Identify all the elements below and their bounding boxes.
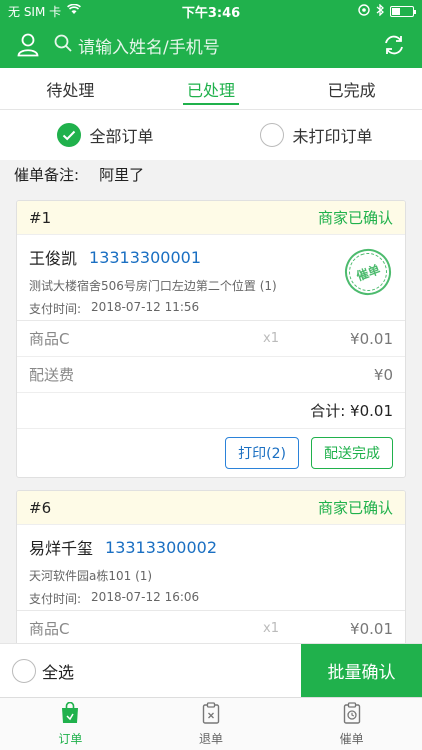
order-card: #6 商家已确认 易烊千玺 13313300002 天河软件园a栋101 (1)…	[16, 490, 406, 643]
select-all[interactable]: 全选	[0, 658, 301, 683]
clock-icon	[343, 701, 361, 727]
customer-phone[interactable]: 13313300002	[105, 538, 217, 557]
tabbar-reminders[interactable]: 催单	[281, 698, 422, 750]
tab-completed[interactable]: 已完成	[281, 68, 422, 109]
wifi-icon	[67, 3, 82, 18]
order-card: #1 商家已确认 王俊凯 13313300001 测试大楼宿舍506号房门口左边…	[16, 200, 406, 478]
check-icon[interactable]	[57, 123, 82, 147]
status-bar: 无 SIM 卡 下午3:46	[0, 0, 422, 22]
customer-name: 易烊千玺	[29, 539, 94, 558]
top-nav: 请输入姓名/手机号	[0, 22, 422, 68]
item-price: ¥0	[373, 365, 393, 384]
batch-action-bar: 全选 批量确认	[0, 643, 422, 698]
clipboard-icon	[202, 701, 220, 727]
order-total: 合计: ¥0.01	[17, 393, 405, 429]
pay-time: 支付时间: 2018-07-12 16:06	[29, 590, 393, 607]
order-list[interactable]: 催单备注: 阿里了 #1 商家已确认 王俊凯 13313300001 测试大楼宿…	[0, 160, 422, 643]
customer-info: 易烊千玺 13313300002 天河软件园a栋101 (1) 支付时间: 20…	[17, 525, 405, 611]
location-lock-icon	[358, 3, 370, 19]
search-placeholder: 请输入姓名/手机号	[78, 37, 220, 58]
search-input[interactable]: 请输入姓名/手机号	[54, 29, 368, 61]
pay-time-label: 支付时间:	[29, 592, 82, 606]
status-tabs: 待处理 已处理 已完成	[0, 68, 422, 110]
pay-time-value: 2018-07-12 11:56	[91, 300, 200, 314]
order-actions: 打印(2) 配送完成	[17, 429, 405, 477]
filter-unprinted-label: 未打印订单	[292, 127, 373, 146]
print-button[interactable]: 打印(2)	[225, 437, 299, 469]
pay-time-value: 2018-07-12 16:06	[91, 590, 200, 604]
order-status: 商家已确认	[317, 209, 393, 227]
item-row: 商品C x1 ¥0.01	[17, 611, 405, 643]
carrier-text: 无 SIM 卡	[8, 4, 62, 19]
batch-confirm-button[interactable]: 批量确认	[301, 643, 422, 698]
item-price: ¥0.01	[350, 619, 393, 638]
bag-icon	[60, 701, 80, 727]
pay-time: 支付时间: 2018-07-12 11:56	[29, 300, 393, 317]
order-number: #1	[29, 208, 52, 227]
tabbar-refunds[interactable]: 退单	[141, 698, 282, 750]
filter-all-label: 全部订单	[89, 127, 154, 146]
tabbar-reminders-label: 催单	[339, 731, 364, 746]
search-icon	[54, 34, 72, 56]
customer-info: 王俊凯 13313300001 测试大楼宿舍506号房门口左边第二个位置 (1)…	[17, 235, 405, 321]
tabbar-orders-label: 订单	[58, 731, 83, 746]
battery-icon	[390, 5, 416, 17]
delivery-complete-button[interactable]: 配送完成	[311, 437, 393, 469]
refresh-icon[interactable]	[378, 29, 410, 61]
filter-unprinted-orders[interactable]: 未打印订单	[211, 110, 422, 160]
user-icon[interactable]	[12, 29, 44, 61]
customer-address: 测试大楼宿舍506号房门口左边第二个位置 (1)	[29, 279, 277, 293]
note-label: 催单备注:	[14, 165, 80, 184]
reminder-note: 催单备注: 阿里了	[0, 160, 422, 188]
item-price: ¥0.01	[350, 329, 393, 348]
customer-name: 王俊凯	[29, 249, 78, 268]
bluetooth-icon	[376, 2, 384, 19]
filter-all-orders[interactable]: 全部订单	[0, 110, 211, 160]
select-all-label: 全选	[42, 662, 75, 682]
select-all-radio-icon[interactable]	[12, 658, 36, 683]
order-header: #1 商家已确认	[17, 201, 405, 235]
customer-address: 天河软件园a栋101 (1)	[29, 569, 153, 583]
pay-time-label: 支付时间:	[29, 302, 82, 316]
item-row: 商品C x1 ¥0.01	[17, 321, 405, 357]
radio-icon[interactable]	[260, 123, 285, 147]
order-status: 商家已确认	[317, 499, 393, 517]
note-value: 阿里了	[99, 165, 145, 184]
item-name: 配送费	[29, 366, 75, 384]
item-row: 配送费 ¥0	[17, 357, 405, 393]
bottom-tabbar: 订单 退单 催单	[0, 697, 422, 750]
item-qty: x1	[263, 331, 279, 346]
order-filter: 全部订单 未打印订单	[0, 110, 422, 160]
order-header: #6 商家已确认	[17, 491, 405, 525]
item-qty: x1	[263, 621, 279, 636]
customer-phone[interactable]: 13313300001	[89, 248, 201, 267]
item-name: 商品C	[29, 620, 70, 638]
order-number: #6	[29, 498, 52, 517]
tab-pending[interactable]: 待处理	[0, 68, 141, 109]
tabbar-refunds-label: 退单	[199, 731, 224, 746]
tabbar-orders[interactable]: 订单	[0, 698, 141, 750]
item-name: 商品C	[29, 330, 70, 348]
tab-processed[interactable]: 已处理	[141, 68, 282, 109]
